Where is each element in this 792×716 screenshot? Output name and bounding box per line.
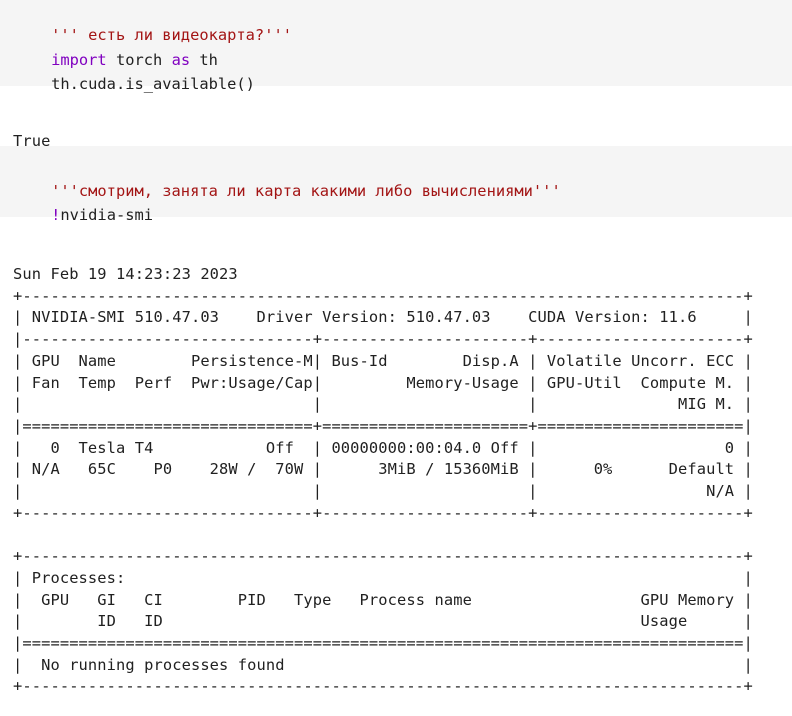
- code-cell-2-output: Sun Feb 19 14:23:23 2023 +--------------…: [13, 228, 753, 716]
- nvidia-smi-output: Sun Feb 19 14:23:23 2023 +--------------…: [13, 265, 753, 696]
- code-cell-1-input[interactable]: ''' есть ли видеокарта?''' import torch …: [0, 0, 792, 93]
- shell-bang-token: !: [51, 206, 61, 224]
- code-cell-2-input[interactable]: '''смотрим, занята ли карта какими либо …: [0, 146, 792, 224]
- code-plain-token: th.cuda.is_available(): [51, 75, 255, 93]
- code-plain-token: nvidia-smi: [60, 206, 154, 224]
